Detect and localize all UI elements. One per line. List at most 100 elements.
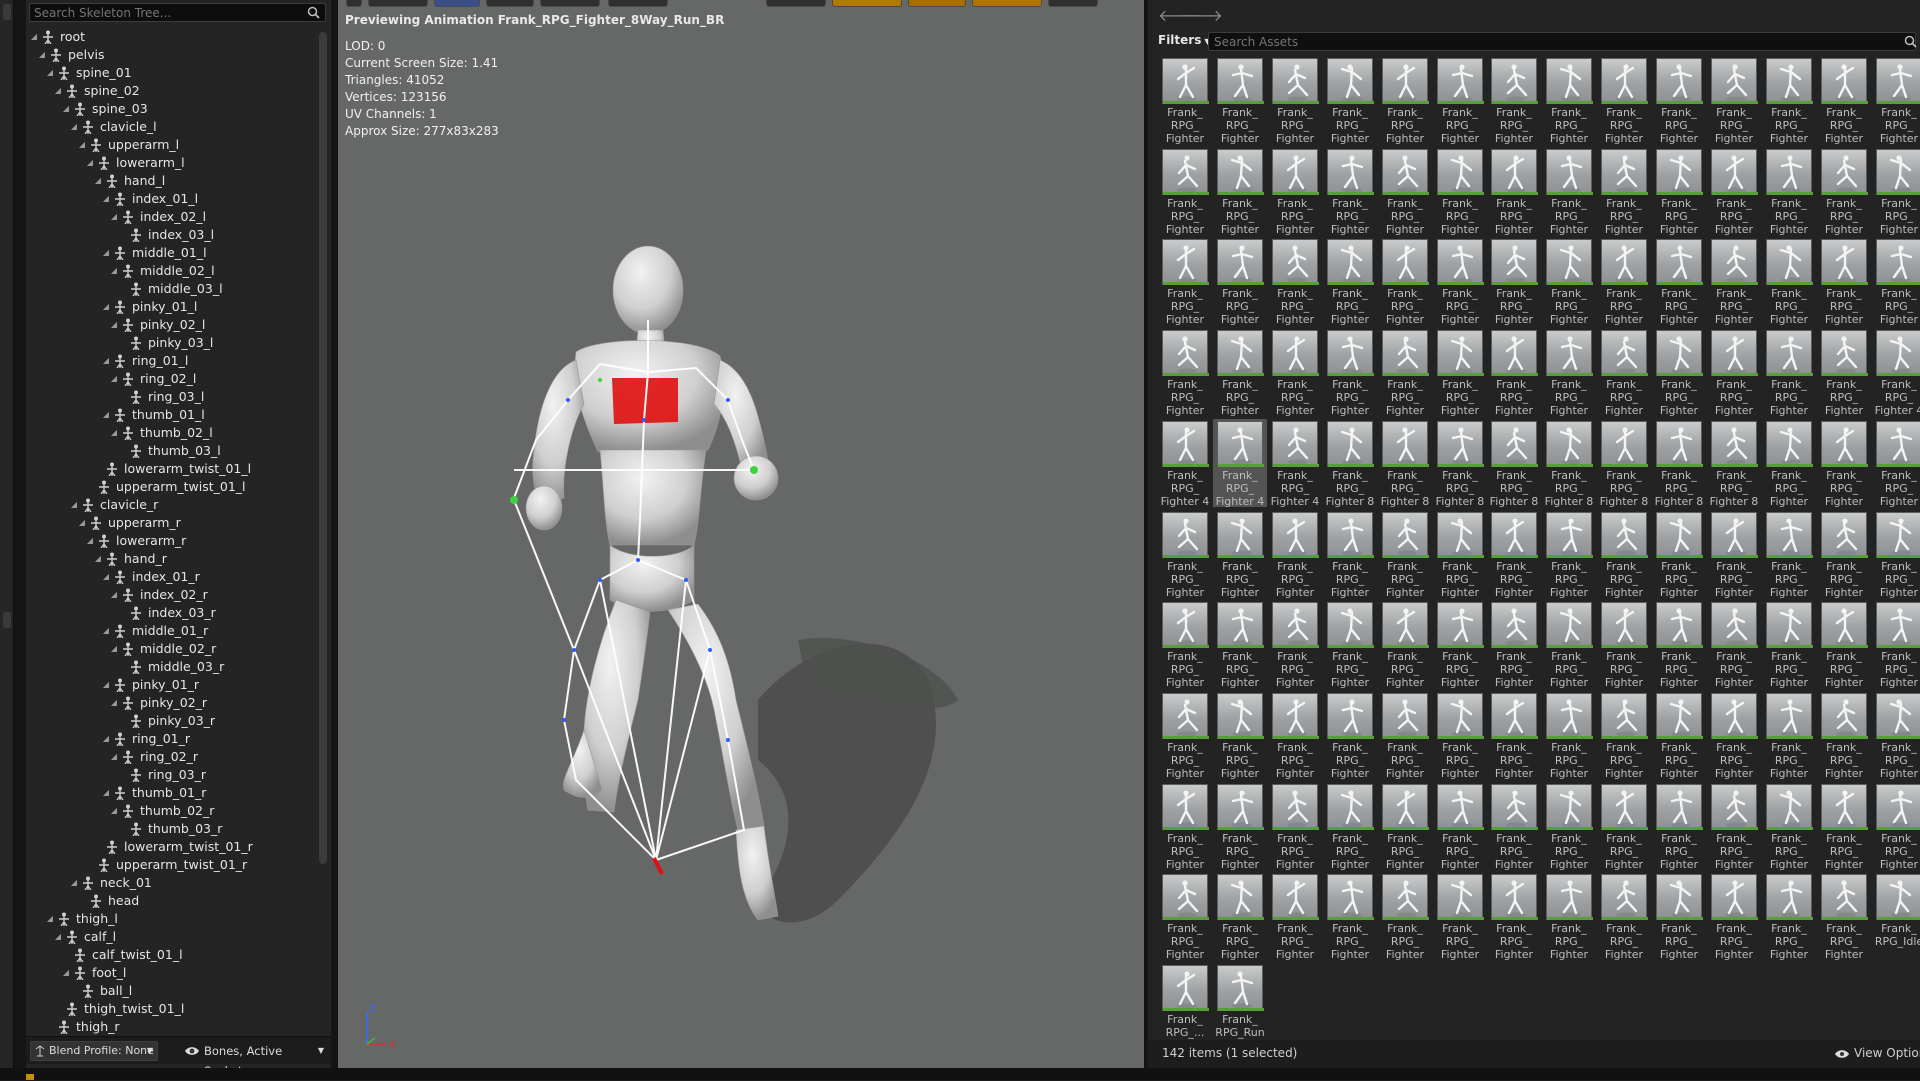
asset-tile[interactable]: Frank_ RPG_ Fighter: [1487, 147, 1541, 236]
asset-tile[interactable]: Frank_ RPG_ Fighter: [1158, 147, 1212, 236]
asset-tile[interactable]: Frank_ RPG_ Fighter: [1817, 872, 1871, 961]
asset-tile[interactable]: Frank_ RPG_ Fighter: [1268, 147, 1322, 236]
bone-row[interactable]: upperarm_twist_01_l: [84, 478, 246, 496]
asset-tile[interactable]: Frank_ RPG_ Fighter: [1323, 328, 1377, 417]
asset-tile[interactable]: Frank_ RPG_ Fighter: [1597, 691, 1651, 780]
bone-row[interactable]: ◢ upperarm_r: [76, 514, 181, 532]
asset-tile[interactable]: Frank_ RPG_ Fighter: [1378, 147, 1432, 236]
expand-arrow-icon[interactable]: ◢: [68, 496, 80, 514]
forward-arrow-icon[interactable]: 🡒: [1180, 6, 1223, 26]
asset-tile[interactable]: Frank_ RPG_ Fighter: [1487, 56, 1541, 145]
asset-tile[interactable]: Frank_ RPG_ Fighter: [1872, 782, 1920, 871]
bone-row[interactable]: thumb_03_r: [116, 820, 222, 838]
asset-tile[interactable]: Frank_ RPG_ Fighter: [1542, 691, 1596, 780]
asset-tile[interactable]: Frank_ RPG_ Fighter: [1487, 510, 1541, 599]
asset-tile[interactable]: Frank_ RPG_ Fighter: [1213, 782, 1267, 871]
bone-row[interactable]: ◢ lowerarm_l: [84, 154, 185, 172]
bone-row[interactable]: thumb_03_l: [116, 442, 221, 460]
asset-tile[interactable]: Frank_ RPG_ Fighter: [1323, 510, 1377, 599]
asset-tile[interactable]: Frank_ RPG_ Fighter: [1268, 510, 1322, 599]
skeleton-tree-scrollbar[interactable]: [319, 32, 327, 864]
asset-tile[interactable]: Frank_ RPG_ Fighter: [1542, 237, 1596, 326]
asset-tile[interactable]: Frank_ RPG_ Fighter: [1378, 510, 1432, 599]
asset-tile[interactable]: Frank_ RPG_ Fighter: [1158, 237, 1212, 326]
asset-tile[interactable]: Frank_ RPG_ Fighter: [1213, 147, 1267, 236]
expand-arrow-icon[interactable]: ◢: [36, 46, 48, 64]
asset-tile[interactable]: Frank_ RPG_ Fighter: [1433, 600, 1487, 689]
asset-tile[interactable]: Frank_ RPG_ Fighter: [1268, 872, 1322, 961]
bone-row[interactable]: ◢ clavicle_l: [68, 118, 157, 136]
asset-tile[interactable]: Frank_ RPG_ Fighter: [1158, 782, 1212, 871]
bone-row[interactable]: middle_03_r: [116, 658, 224, 676]
asset-tile[interactable]: Frank_ RPG_ Fighter: [1268, 328, 1322, 417]
bone-row[interactable]: ball_l: [68, 982, 132, 1000]
asset-tile[interactable]: Frank_ RPG_ Fighter: [1542, 782, 1596, 871]
asset-tile[interactable]: Frank_ RPG_ Fighter: [1158, 56, 1212, 145]
asset-tile[interactable]: Frank_ RPG_ Fighter: [1323, 872, 1377, 961]
asset-tile[interactable]: Frank_ RPG_ Fighter 8: [1542, 419, 1596, 508]
asset-tile[interactable]: Frank_ RPG_ Fighter: [1597, 147, 1651, 236]
asset-tile[interactable]: Frank_ RPG_ Fighter: [1707, 510, 1761, 599]
asset-tile[interactable]: Frank_ RPG_ Fighter: [1707, 56, 1761, 145]
asset-tile[interactable]: Frank_ RPG_ Fighter: [1707, 237, 1761, 326]
bone-row[interactable]: ◢ hand_r: [92, 550, 167, 568]
asset-tile[interactable]: Frank_ RPG_ Fighter: [1652, 510, 1706, 599]
bone-row[interactable]: calf_twist_01_l: [60, 946, 183, 964]
asset-tile[interactable]: Frank_ RPG_ Fighter: [1433, 510, 1487, 599]
asset-tile[interactable]: Frank_ RPG_ Fighter: [1487, 600, 1541, 689]
asset-tile[interactable]: Frank_ RPG_ Fighter: [1323, 56, 1377, 145]
bone-row[interactable]: ◢ upperarm_l: [76, 136, 179, 154]
asset-tile[interactable]: Frank_ RPG_ Fighter: [1323, 782, 1377, 871]
asset-tile[interactable]: Frank_ RPG_ Fighter: [1817, 600, 1871, 689]
asset-tile[interactable]: Frank_ RPG_ Fighter: [1707, 147, 1761, 236]
asset-tile[interactable]: Frank_ RPG_ Fighter: [1378, 56, 1432, 145]
asset-tile[interactable]: Frank_ RPG_ Fighter 8: [1378, 419, 1432, 508]
asset-tile[interactable]: Frank_ RPG_ Fighter: [1323, 600, 1377, 689]
bone-row[interactable]: ◢ thumb_02_l: [108, 424, 213, 442]
search-icon[interactable]: [1904, 35, 1917, 48]
asset-tile[interactable]: Frank_ RPG_ Fighter: [1817, 56, 1871, 145]
asset-tile[interactable]: Frank_ RPG_ Fighter: [1762, 872, 1816, 961]
asset-tile[interactable]: Frank_ RPG_ Fighter 4: [1268, 419, 1322, 508]
asset-tile[interactable]: Frank_ RPG_ Fighter: [1433, 872, 1487, 961]
bone-row[interactable]: ◢ neck_01: [68, 874, 152, 892]
expand-arrow-icon[interactable]: ◢: [44, 64, 56, 82]
bone-row[interactable]: ◢ spine_03: [60, 100, 148, 118]
bone-row[interactable]: ◢ clavicle_r: [68, 496, 158, 514]
bone-row[interactable]: ◢ thumb_01_r: [100, 784, 206, 802]
expand-arrow-icon[interactable]: ◢: [76, 136, 88, 154]
asset-tile[interactable]: Frank_ RPG_...: [1158, 963, 1212, 1040]
bone-visibility-dropdown[interactable]: Bones, Active Sockets ▼: [176, 1041, 326, 1078]
asset-tile[interactable]: Frank_ RPG_ Fighter: [1213, 237, 1267, 326]
asset-tile[interactable]: Frank_ RPG_ Fighter: [1378, 237, 1432, 326]
asset-tile[interactable]: Frank_ RPG_ Fighter: [1597, 56, 1651, 145]
bone-row[interactable]: ◢ index_01_r: [100, 568, 200, 586]
bone-row[interactable]: ◢ spine_02: [52, 82, 140, 100]
asset-tile[interactable]: Frank_ RPG_ Fighter: [1762, 782, 1816, 871]
asset-tile[interactable]: Frank_ RPG_ Fighter: [1817, 510, 1871, 599]
asset-tile[interactable]: Frank_ RPG_ Fighter: [1597, 782, 1651, 871]
asset-tile[interactable]: Frank_ RPG_ Fighter: [1213, 600, 1267, 689]
bone-row[interactable]: index_03_l: [116, 226, 214, 244]
expand-arrow-icon[interactable]: ◢: [108, 208, 120, 226]
expand-arrow-icon[interactable]: ◢: [108, 424, 120, 442]
asset-tile[interactable]: Frank_ RPG_ Fighter: [1542, 56, 1596, 145]
asset-tile[interactable]: Frank_ RPG_ Fighter 8: [1707, 419, 1761, 508]
asset-tile[interactable]: Frank_ RPG_ Fighter: [1378, 691, 1432, 780]
expand-arrow-icon[interactable]: ◢: [68, 874, 80, 892]
asset-tile[interactable]: Frank_ RPG_ Fighter: [1762, 328, 1816, 417]
asset-tile[interactable]: Frank_ RPG_ Fighter: [1433, 56, 1487, 145]
bone-row[interactable]: pinky_03_l: [116, 334, 213, 352]
expand-arrow-icon[interactable]: ◢: [100, 190, 112, 208]
asset-tile[interactable]: Frank_ RPG_ Fighter: [1762, 419, 1816, 508]
bone-row[interactable]: ◢ middle_01_r: [100, 622, 208, 640]
expand-arrow-icon[interactable]: ◢: [100, 622, 112, 640]
asset-tile[interactable]: Frank_ RPG_ Fighter: [1542, 510, 1596, 599]
expand-arrow-icon[interactable]: ◢: [44, 910, 56, 928]
bone-row[interactable]: ◢ pinky_01_r: [100, 676, 199, 694]
asset-tile[interactable]: Frank_ RPG_ Fighter: [1268, 782, 1322, 871]
asset-tile[interactable]: Frank_ RPG_ Fighter: [1597, 328, 1651, 417]
asset-tile[interactable]: Frank_ RPG_ Fighter: [1487, 782, 1541, 871]
asset-tile[interactable]: Frank_ RPG_ Fighter: [1323, 691, 1377, 780]
asset-tile[interactable]: Frank_ RPG_ Fighter: [1707, 872, 1761, 961]
